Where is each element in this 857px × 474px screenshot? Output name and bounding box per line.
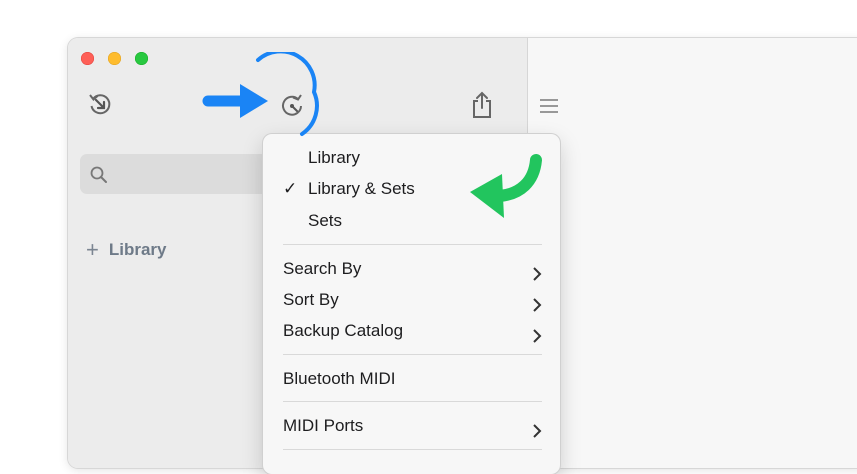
- minimize-window-button[interactable]: [108, 52, 121, 65]
- checkmark-icon: ✓: [283, 179, 298, 198]
- menu-separator: [283, 401, 542, 402]
- menu-lines-icon[interactable]: [539, 98, 559, 119]
- view-dropdown-menu: Library ✓ Library & Sets Sets Search By …: [263, 134, 560, 474]
- search-icon: [89, 165, 109, 190]
- close-window-button[interactable]: [81, 52, 94, 65]
- menu-item-library-and-sets[interactable]: ✓ Library & Sets: [283, 175, 542, 203]
- menu-separator: [283, 449, 542, 450]
- zoom-window-button[interactable]: [135, 52, 148, 65]
- share-icon[interactable]: [470, 90, 494, 125]
- menu-separator: [283, 244, 542, 245]
- menu-item-backup-catalog[interactable]: Backup Catalog: [283, 317, 542, 345]
- add-library-label: Library: [108, 240, 167, 259]
- menu-item-search-by[interactable]: Search By: [283, 255, 542, 283]
- menu-item-bluetooth-midi[interactable]: Bluetooth MIDI: [283, 365, 542, 393]
- menu-item-sort-by[interactable]: Sort By: [283, 286, 542, 314]
- menu-separator: [283, 354, 542, 355]
- plus-icon: +: [86, 237, 99, 262]
- menu-item-sets[interactable]: Sets: [283, 207, 542, 235]
- menu-item-library[interactable]: Library: [283, 144, 542, 172]
- content-pane: [528, 38, 857, 468]
- chevron-right-icon: [532, 324, 542, 352]
- chevron-right-icon: [532, 419, 542, 447]
- menu-item-midi-ports[interactable]: MIDI Ports: [283, 412, 542, 440]
- refresh-icon[interactable]: [278, 91, 306, 124]
- history-icon[interactable]: [87, 91, 113, 122]
- add-library-button[interactable]: + Library: [86, 237, 167, 262]
- search-field[interactable]: [80, 154, 280, 194]
